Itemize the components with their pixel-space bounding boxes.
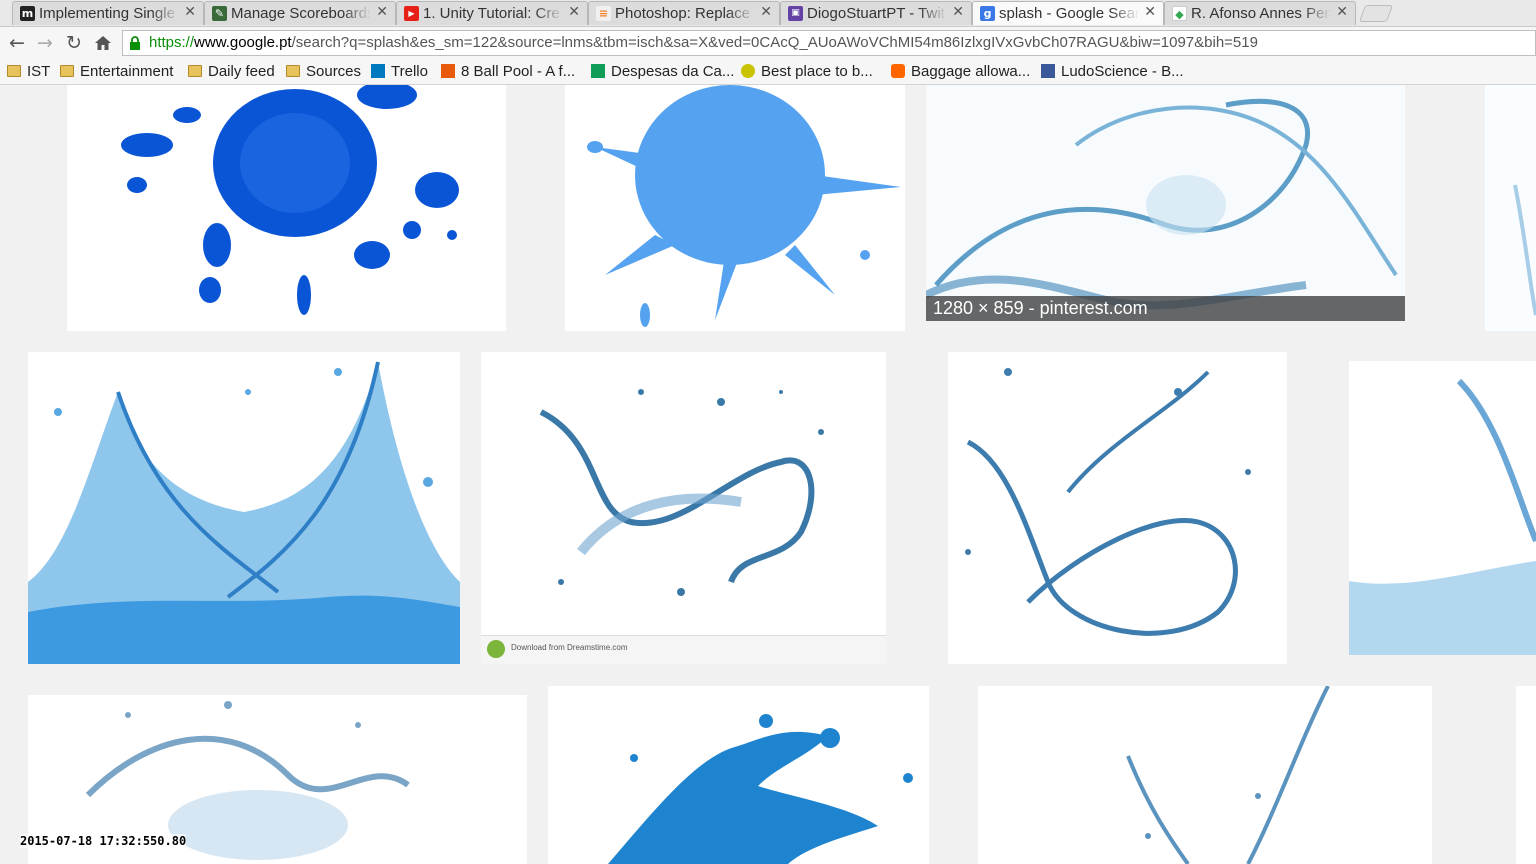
recording-timestamp: 2015-07-18 17:32:550.80 <box>20 834 187 848</box>
bookmark-8-ball-pool[interactable]: 8 Ball Pool - A f... <box>441 62 575 82</box>
reload-icon[interactable]: ↻ <box>62 31 86 55</box>
tab-title: 1. Unity Tutorial: Cre <box>423 5 560 22</box>
maps-icon: ◆ <box>1172 6 1187 21</box>
twitch-icon: ▣ <box>788 6 803 21</box>
lock-icon <box>130 36 140 50</box>
folder-icon <box>188 65 202 77</box>
dreamstime-label: Download from Dreamstime.com <box>511 643 628 652</box>
bookmark-ist[interactable]: IST <box>7 62 50 82</box>
new-tab-button[interactable] <box>1358 5 1394 22</box>
image-result-water-splash-dreamstime[interactable]: Download from Dreamstime.com <box>481 352 886 664</box>
url-text: https://www.google.pt/search?q=splash&es… <box>149 34 1258 51</box>
medium-icon: m <box>20 6 35 21</box>
bookmark-label: Best place to b... <box>761 63 873 80</box>
tab-title: Photoshop: Replace <box>615 5 751 22</box>
tab-title: Implementing Single <box>39 5 175 22</box>
bookmark-trello[interactable]: Trello <box>371 62 428 82</box>
image-result-blue-crown-splash[interactable] <box>28 352 460 664</box>
tab-photoshop-replace[interactable]: ≡ Photoshop: Replace ✕ <box>588 1 780 25</box>
bookmark-label: Despesas da Ca... <box>611 63 735 80</box>
google-icon: g <box>980 6 995 21</box>
tab-twitch[interactable]: ▣ DiogoStuartPT - Twit ✕ <box>780 1 972 25</box>
bookmark-entertainment[interactable]: Entertainment <box>60 62 173 82</box>
dreamstime-logo-icon <box>487 640 505 658</box>
bookmark-sources[interactable]: Sources <box>286 62 361 82</box>
tab-maps[interactable]: ◆ R. Afonso Annes Pen ✕ <box>1164 1 1356 25</box>
browser-toolbar: ← → ↻ https://www.google.pt/search?q=spl… <box>0 27 1536 59</box>
tab-implementing-single[interactable]: m Implementing Single ✕ <box>12 1 204 25</box>
tab-google-search[interactable]: g splash - Google Sear ✕ <box>972 1 1164 25</box>
image-result-blue-paint-splash[interactable] <box>548 686 929 864</box>
image-results-grid: 1280 × 859 - pinterest.com Download from… <box>0 85 1536 864</box>
dreamstime-watermark: Download from Dreamstime.com <box>481 635 886 664</box>
trello-icon <box>371 64 385 78</box>
url-scheme: https:// <box>149 34 195 51</box>
tab-title: splash - Google Sear <box>999 5 1139 22</box>
easyjet-icon <box>891 64 905 78</box>
bookmark-baggage[interactable]: Baggage allowa... <box>891 62 1030 82</box>
back-arrow-icon[interactable]: ← <box>5 31 29 55</box>
close-icon[interactable]: ✕ <box>376 4 388 20</box>
image-result-water-drop-splash[interactable] <box>978 686 1432 864</box>
image-result-splash-partial[interactable] <box>1349 361 1536 655</box>
folder-icon <box>60 65 74 77</box>
youtube-icon: ▶ <box>404 6 419 21</box>
tab-unity-tutorial[interactable]: ▶ 1. Unity Tutorial: Cre ✕ <box>396 1 588 25</box>
close-icon[interactable]: ✕ <box>760 4 772 20</box>
facebook-icon <box>1041 64 1055 78</box>
image-result-blue-paint-splat[interactable] <box>67 85 506 331</box>
scoreboard-icon: ✎ <box>212 6 227 21</box>
folder-icon <box>286 65 300 77</box>
bookmark-ludoscience[interactable]: LudoScience - B... <box>1041 62 1184 82</box>
folder-icon <box>7 65 21 77</box>
image-result-partial[interactable] <box>1485 85 1536 331</box>
tab-strip: m Implementing Single ✕ ✎ Manage Scorebo… <box>0 0 1536 27</box>
close-icon[interactable]: ✕ <box>1336 4 1348 20</box>
sheets-icon <box>591 64 605 78</box>
url-path: /search?q=splash&es_sm=122&source=lnms&t… <box>291 34 1258 51</box>
bookmark-label: LudoScience - B... <box>1061 63 1184 80</box>
image-result-water-swirl[interactable]: 1280 × 859 - pinterest.com <box>926 85 1405 321</box>
close-icon[interactable]: ✕ <box>952 4 964 20</box>
close-icon[interactable]: ✕ <box>568 4 580 20</box>
tab-title: R. Afonso Annes Pen <box>1191 5 1331 22</box>
bookmark-label: Daily feed <box>208 63 275 80</box>
tab-manage-scoreboards[interactable]: ✎ Manage Scoreboards ✕ <box>204 1 396 25</box>
address-bar[interactable]: https://www.google.pt/search?q=splash&es… <box>122 30 1536 56</box>
stackexchange-icon: ≡ <box>596 6 611 21</box>
bookmark-label: 8 Ball Pool - A f... <box>461 63 576 80</box>
bookmark-best-place[interactable]: Best place to b... <box>741 62 873 82</box>
image-result-water-swoosh[interactable] <box>948 352 1287 664</box>
close-icon[interactable]: ✕ <box>184 4 196 20</box>
bookmark-label: Baggage allowa... <box>911 63 1031 80</box>
image-result-light-blue-splat[interactable] <box>565 85 905 331</box>
image-hover-caption: 1280 × 859 - pinterest.com <box>926 296 1405 321</box>
bookmark-label: IST <box>27 63 51 80</box>
bookmark-label: Entertainment <box>80 63 174 80</box>
bookmark-daily-feed[interactable]: Daily feed <box>188 62 275 82</box>
bookmark-despesas[interactable]: Despesas da Ca... <box>591 62 734 82</box>
tab-title: DiogoStuartPT - Twit <box>807 5 945 22</box>
image-result-edge[interactable] <box>1516 686 1536 864</box>
url-domain: www.google.pt <box>194 34 292 51</box>
miniclip-icon <box>441 64 455 78</box>
forward-arrow-icon[interactable]: → <box>33 31 57 55</box>
home-icon[interactable] <box>91 31 115 55</box>
tab-title: Manage Scoreboards <box>231 5 371 22</box>
close-icon[interactable]: ✕ <box>1144 4 1156 20</box>
bookmark-label: Trello <box>391 63 428 80</box>
smiley-icon <box>741 64 755 78</box>
bookmark-label: Sources <box>306 63 362 80</box>
bookmarks-bar: IST Entertainment Daily feed Sources Tre… <box>0 59 1536 85</box>
